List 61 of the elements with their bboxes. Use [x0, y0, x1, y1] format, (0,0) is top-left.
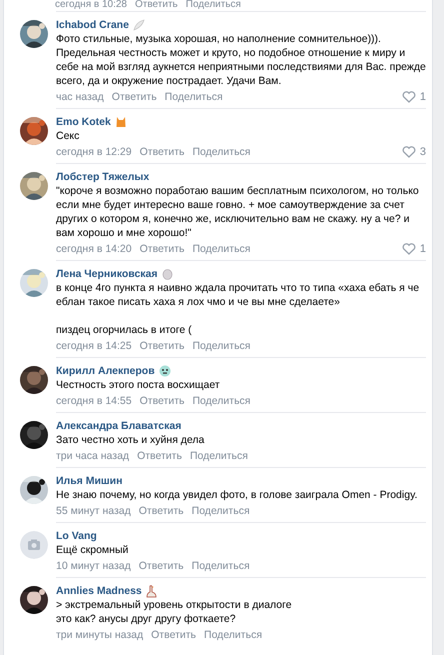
author-link[interactable]: Annlies Madness [56, 584, 142, 598]
share-link[interactable]: Поделиться [192, 504, 250, 518]
cat-icon [114, 116, 127, 128]
timestamp-link[interactable]: час назад [56, 90, 104, 104]
author-link[interactable]: Ichabod Crane [56, 18, 129, 32]
author-link[interactable]: Илья Мишин [56, 474, 122, 488]
author-link[interactable]: Lo Vang [56, 529, 97, 543]
reply-link[interactable]: Ответить [112, 90, 157, 104]
timestamp-link[interactable]: три минуты назад [56, 628, 144, 642]
timestamp-link[interactable]: сегодня в 10:28 [55, 0, 127, 11]
reply-link[interactable]: Ответить [138, 504, 184, 518]
share-link[interactable]: Поделиться [190, 449, 248, 463]
share-link[interactable]: Поделиться [186, 0, 241, 11]
comment-text: Честность этого поста восхищает [56, 378, 221, 392]
timestamp-link[interactable]: 10 минут назад [56, 559, 131, 573]
reply-link[interactable]: Ответить [151, 628, 196, 642]
timestamp-link[interactable]: сегодня в 12:29 [56, 145, 132, 159]
share-link[interactable]: Поделиться [192, 339, 250, 353]
share-link[interactable]: Поделиться [192, 559, 250, 573]
reply-link[interactable]: Ответить [140, 242, 184, 256]
comment-text: в конце 4го пункта я наивно ждала прочитать что то типа «хаха ебать я че еблан такое писать хаха я лох чмо и че вы мне сделаете» [56, 281, 420, 309]
timestamp-link[interactable]: три часа назад [56, 449, 130, 463]
comment-text: "короче я возможно поработаю вашим бесплатным психологом, но только если мне будет интересно ваше говно. + мое самоутверждение за счет других о котором я, конечно же, исключительно вам не скажу. ну а че? и вам хорошо и мне хорошо!" [56, 184, 420, 240]
comment-text: пиздец огорчилась в итоге ( [56, 323, 193, 337]
reply-link[interactable]: Ответить [140, 145, 184, 159]
face-icon [158, 365, 171, 377]
timestamp-link[interactable]: сегодня в 14:25 [56, 339, 132, 353]
author-link[interactable]: Emo Kotek [56, 115, 111, 129]
like-count: 1 [420, 242, 426, 256]
author-link[interactable]: Александра Блаватская [56, 419, 182, 433]
author-link[interactable]: Лена Черниковская [56, 267, 158, 281]
share-link[interactable]: Поделиться [164, 90, 223, 104]
camera-icon [20, 531, 48, 559]
share-link[interactable]: Поделиться [204, 628, 262, 642]
share-link[interactable]: Поделиться [192, 145, 250, 159]
timestamp-link[interactable]: сегодня в 14:55 [56, 394, 132, 408]
comment-text: Секс [56, 129, 80, 143]
feather-icon [132, 19, 145, 31]
share-link[interactable]: Поделиться [192, 394, 250, 408]
comment-text: Ещё скромный [56, 543, 130, 557]
reply-link[interactable]: Ответить [140, 394, 184, 408]
comment-text: Фото стильные, музыка хорошая, но наполнение сомнительное))). Предельная честность может и круто, но подобное отношение к миру и себе на мой взгляд аукнется неприятными последствиями для Вас. прежде всего, да и окружение пострадает. Удачи Вам. [56, 32, 426, 88]
author-link[interactable]: Лобстер Тяжелых [56, 170, 150, 184]
comment-text: Зато честно хоть и хуйня дела [56, 433, 206, 447]
heart-icon[interactable] [402, 243, 416, 255]
like-count: 3 [420, 145, 426, 159]
heart-icon[interactable] [402, 146, 416, 158]
share-link[interactable]: Поделиться [192, 242, 250, 256]
comment-text: > экстремальный уровень открытости в диалоге [56, 598, 293, 612]
author-link[interactable]: Кирилл Алекперов [56, 364, 155, 378]
comment-text: это как? анусы друг другу фоткаете? [56, 612, 237, 626]
heart-icon[interactable] [402, 91, 416, 103]
comment-text: Не знаю почему, но когда увидел фото, в голове заиграла Omen - Prodigy. [56, 488, 418, 502]
reply-link[interactable]: Ответить [138, 559, 184, 573]
like-count: 1 [420, 90, 426, 104]
timestamp-link[interactable]: сегодня в 14:20 [56, 242, 132, 256]
reply-link[interactable]: Ответить [135, 0, 178, 11]
reply-link[interactable]: Ответить [140, 339, 184, 353]
egg-icon [162, 268, 173, 280]
reply-link[interactable]: Ответить [137, 449, 182, 463]
timestamp-link[interactable]: 55 минут назад [56, 504, 131, 518]
